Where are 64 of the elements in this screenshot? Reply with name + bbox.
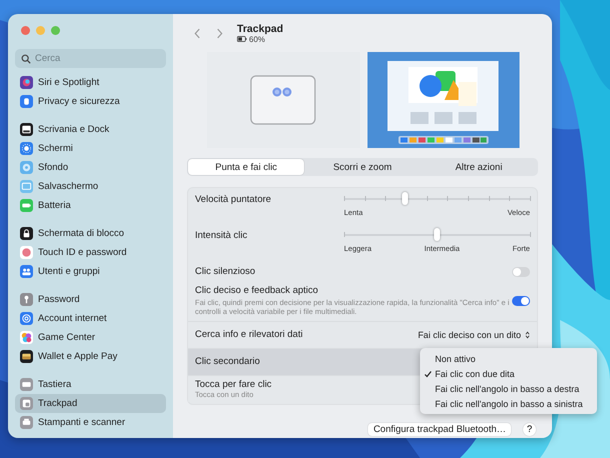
sidebar-item[interactable]: Utenti e gruppi bbox=[15, 262, 166, 281]
wallet-icon bbox=[20, 350, 33, 363]
fingerprint-icon bbox=[20, 246, 33, 259]
tab[interactable]: Punta e fai clic bbox=[188, 159, 304, 175]
menu-item[interactable]: Non attivo bbox=[420, 351, 597, 366]
setting-label: Tocca per fare clic bbox=[195, 378, 272, 390]
window-title: Trackpad bbox=[237, 22, 284, 34]
help-button[interactable]: ? bbox=[523, 423, 536, 436]
menu-item[interactable]: Fai clic nell'angolo in basso a destra bbox=[420, 381, 597, 396]
bubbles-icon bbox=[20, 331, 33, 344]
setting-label: Intensità clic bbox=[195, 230, 248, 241]
key-icon bbox=[20, 293, 33, 306]
sidebar-item[interactable]: Scrivania e Dock bbox=[15, 120, 166, 139]
sidebar-item[interactable]: Password bbox=[15, 290, 166, 309]
menu-item[interactable]: Fai clic nell'angolo in basso a sinistra bbox=[420, 396, 597, 411]
sidebar-item[interactable]: Tastiera bbox=[15, 375, 166, 394]
lock-icon bbox=[20, 227, 33, 240]
sidebar-item[interactable]: Stampanti e scanner bbox=[15, 413, 166, 432]
toggle-switch[interactable] bbox=[512, 296, 530, 306]
search-field[interactable]: Cerca bbox=[15, 49, 166, 68]
sidebar-item[interactable]: Salvaschermo bbox=[15, 177, 166, 196]
menu-item[interactable]: Fai clic con due dita bbox=[420, 366, 597, 381]
sidebar-item[interactable]: Touch ID e password bbox=[15, 243, 166, 262]
popup-button[interactable]: Fai clic deciso con un dito bbox=[418, 330, 530, 340]
printer-icon bbox=[20, 416, 33, 429]
search-icon bbox=[21, 54, 31, 64]
setting-label: Clic silenzioso bbox=[195, 266, 256, 277]
sidebar-item[interactable]: Schermata di blocco bbox=[15, 224, 166, 243]
zoom-button[interactable] bbox=[51, 26, 60, 35]
trackpad-icon bbox=[20, 397, 33, 410]
battery-icon bbox=[20, 199, 33, 212]
sidebar-item[interactable]: Wallet e Apple Pay bbox=[15, 347, 166, 366]
toggle-switch[interactable] bbox=[512, 266, 530, 276]
tab[interactable]: Scorri e zoom bbox=[304, 159, 421, 175]
slider-thumb[interactable] bbox=[402, 192, 408, 205]
chevron-up-down-icon bbox=[525, 330, 530, 339]
screen-icon bbox=[20, 180, 33, 193]
sidebar-item[interactable]: Game Center bbox=[15, 328, 166, 347]
setting-label: Velocità puntatore bbox=[195, 194, 272, 205]
people-icon bbox=[20, 265, 33, 278]
checkmark-icon bbox=[424, 370, 432, 378]
tab[interactable]: Altre azioni bbox=[420, 159, 537, 175]
sidebar-item[interactable]: Sfondo bbox=[15, 158, 166, 177]
sidebar-item[interactable]: Schermi bbox=[15, 139, 166, 158]
battery-level: 60% bbox=[249, 34, 266, 44]
orb-icon bbox=[20, 76, 33, 89]
keyboard-icon bbox=[20, 378, 33, 391]
slider-thumb[interactable] bbox=[434, 228, 440, 241]
sun-icon bbox=[20, 142, 33, 155]
sidebar-item[interactable]: Trackpad bbox=[15, 394, 166, 413]
sidebar-item[interactable]: Privacy e sicurezza bbox=[15, 92, 166, 111]
chevron-left-icon bbox=[194, 28, 200, 38]
chevron-right-icon bbox=[216, 28, 222, 38]
close-button[interactable] bbox=[21, 26, 30, 35]
configure-button[interactable]: Configura trackpad Bluetooth… bbox=[368, 423, 511, 436]
sidebar-item[interactable]: Batteria bbox=[15, 196, 166, 215]
battery-icon bbox=[237, 36, 247, 42]
setting-label: Cerca info e rilevatori dati bbox=[195, 329, 303, 340]
setting-label: Clic deciso e feedback aptico bbox=[195, 285, 320, 296]
minimize-button[interactable] bbox=[36, 26, 45, 35]
dock-icon bbox=[20, 123, 33, 136]
setting-label: Clic secondario bbox=[195, 356, 260, 368]
sidebar-item[interactable]: Siri e Spotlight bbox=[15, 73, 166, 92]
sidebar-item[interactable]: Account internet bbox=[15, 309, 166, 328]
